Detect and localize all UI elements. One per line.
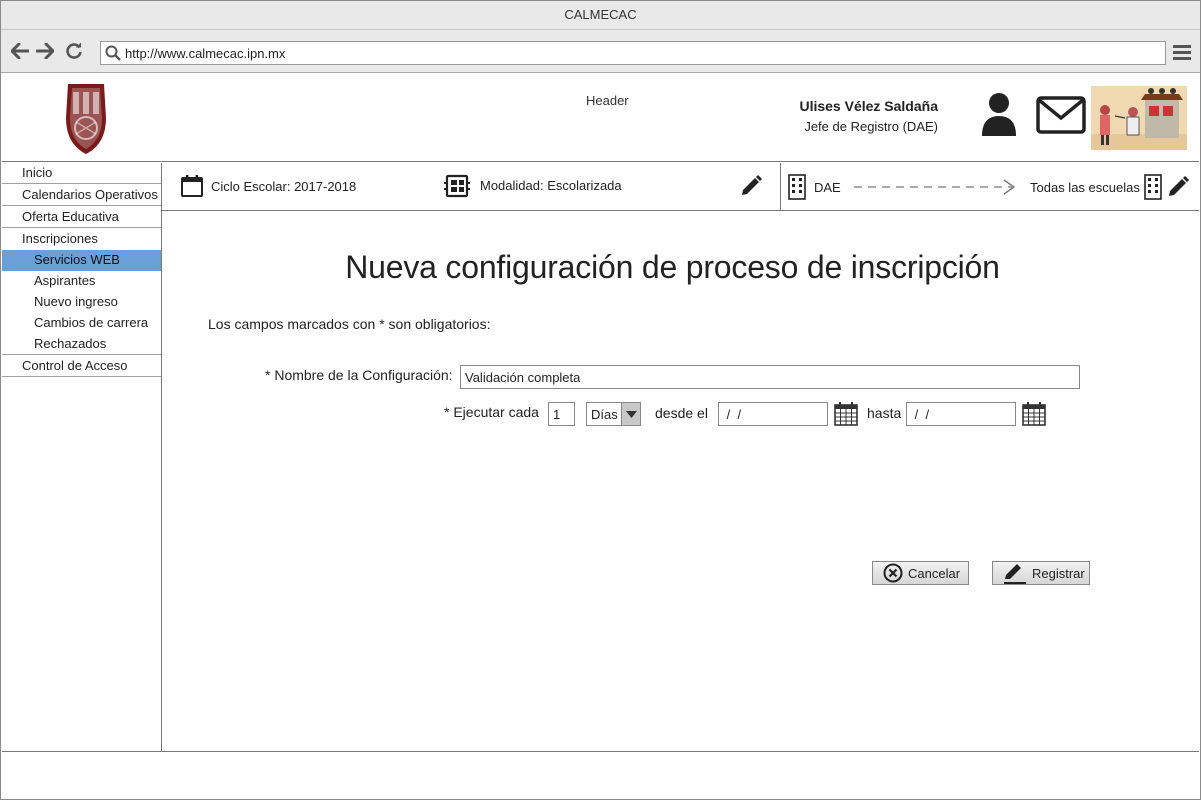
end-date-calendar-icon[interactable] — [1022, 402, 1046, 426]
forward-arrow-icon[interactable] — [34, 40, 56, 62]
ciclo-escolar-label: Ciclo Escolar: 2017-2018 — [211, 179, 357, 194]
sidebar-item-calendarios-operativos[interactable]: Calendarios Operativos — [2, 185, 161, 206]
calendar-icon — [180, 174, 204, 201]
hamburger-menu-icon[interactable] — [1171, 42, 1193, 62]
codex-illustration — [1091, 86, 1187, 150]
origin-label: DAE — [814, 180, 841, 195]
config-name-label: * Nombre de la Configuración: — [265, 367, 453, 383]
context-bar: Ciclo Escolar: 2017-2018 Modalidad: Esco… — [162, 163, 1199, 211]
page-header: Header Ulises Vélez Saldaña Jefe de Regi… — [2, 74, 1199, 162]
close-circle-icon — [883, 563, 903, 583]
sidebar-nav: Inicio Calendarios Operativos Oferta Edu… — [2, 163, 162, 751]
interval-unit-select[interactable]: Días — [586, 402, 641, 426]
exec-interval-input[interactable] — [548, 402, 575, 426]
interval-unit-value: Días — [591, 407, 618, 422]
mail-icon[interactable] — [1036, 96, 1086, 134]
from-label: desde el — [655, 405, 708, 421]
user-name: Ulises Vélez Saldaña — [799, 98, 938, 114]
sidebar-item-control-de-acceso[interactable]: Control de Acceso — [2, 356, 161, 377]
reload-icon[interactable] — [63, 40, 85, 62]
chevron-down-icon — [621, 403, 640, 425]
context-divider — [780, 163, 781, 210]
page-title: Nueva configuración de proceso de inscri… — [345, 249, 1000, 285]
modalidad-icon — [444, 174, 470, 201]
sidebar-item-rechazados[interactable]: Rechazados — [2, 334, 161, 355]
edit-pencil-icon[interactable] — [1166, 175, 1190, 202]
register-button-label: Registrar — [1032, 565, 1085, 581]
url-input[interactable] — [125, 45, 1155, 61]
window-title: CALMECAC — [1, 1, 1200, 30]
sidebar-item-servicios-web[interactable]: Servicios WEB — [2, 250, 161, 271]
page-footer — [2, 751, 1199, 799]
browser-toolbar — [1, 30, 1200, 73]
end-date-input[interactable] — [906, 402, 1016, 426]
user-avatar-icon[interactable] — [980, 92, 1018, 138]
cancel-button-label: Cancelar — [908, 565, 961, 581]
sidebar-item-inscripciones[interactable]: Inscripciones — [2, 229, 161, 250]
building-icon — [788, 174, 806, 203]
address-bar[interactable] — [100, 41, 1166, 65]
cancel-button[interactable]: Cancelar — [872, 561, 969, 585]
modalidad-label: Modalidad: Escolarizada — [480, 178, 622, 193]
sidebar-item-nuevo-ingreso[interactable]: Nuevo ingreso — [2, 292, 161, 313]
start-date-calendar-icon[interactable] — [834, 402, 858, 426]
browser-window: CALMECAC http://www.calmecac.ipn.mx Head… — [0, 0, 1201, 800]
to-label: hasta — [867, 405, 902, 421]
building-icon — [1144, 174, 1162, 203]
sidebar-item-aspirantes[interactable]: Aspirantes — [2, 271, 161, 292]
destination-label: Todas las escuelas — [1030, 180, 1140, 195]
sidebar-item-oferta-educativa[interactable]: Oferta Educativa — [2, 207, 161, 228]
register-button[interactable]: Registrar — [992, 561, 1090, 585]
search-icon — [101, 42, 125, 64]
sidebar-item-inicio[interactable]: Inicio — [2, 163, 161, 184]
edit-pencil-icon[interactable] — [739, 174, 763, 201]
exec-every-label: * Ejecutar cada — [444, 404, 539, 420]
dashed-arrow-icon — [852, 177, 1018, 200]
pencil-icon — [1003, 562, 1027, 584]
back-arrow-icon[interactable] — [9, 40, 31, 62]
sidebar-item-cambios-de-carrera[interactable]: Cambios de carrera — [2, 313, 161, 334]
required-fields-hint: Los campos marcados con * son obligatori… — [208, 316, 491, 332]
user-role: Jefe de Registro (DAE) — [804, 119, 938, 134]
header-placeholder-label: Header — [586, 93, 629, 108]
start-date-input[interactable] — [718, 402, 828, 426]
ipn-logo — [62, 78, 110, 156]
config-name-input[interactable] — [460, 365, 1080, 389]
